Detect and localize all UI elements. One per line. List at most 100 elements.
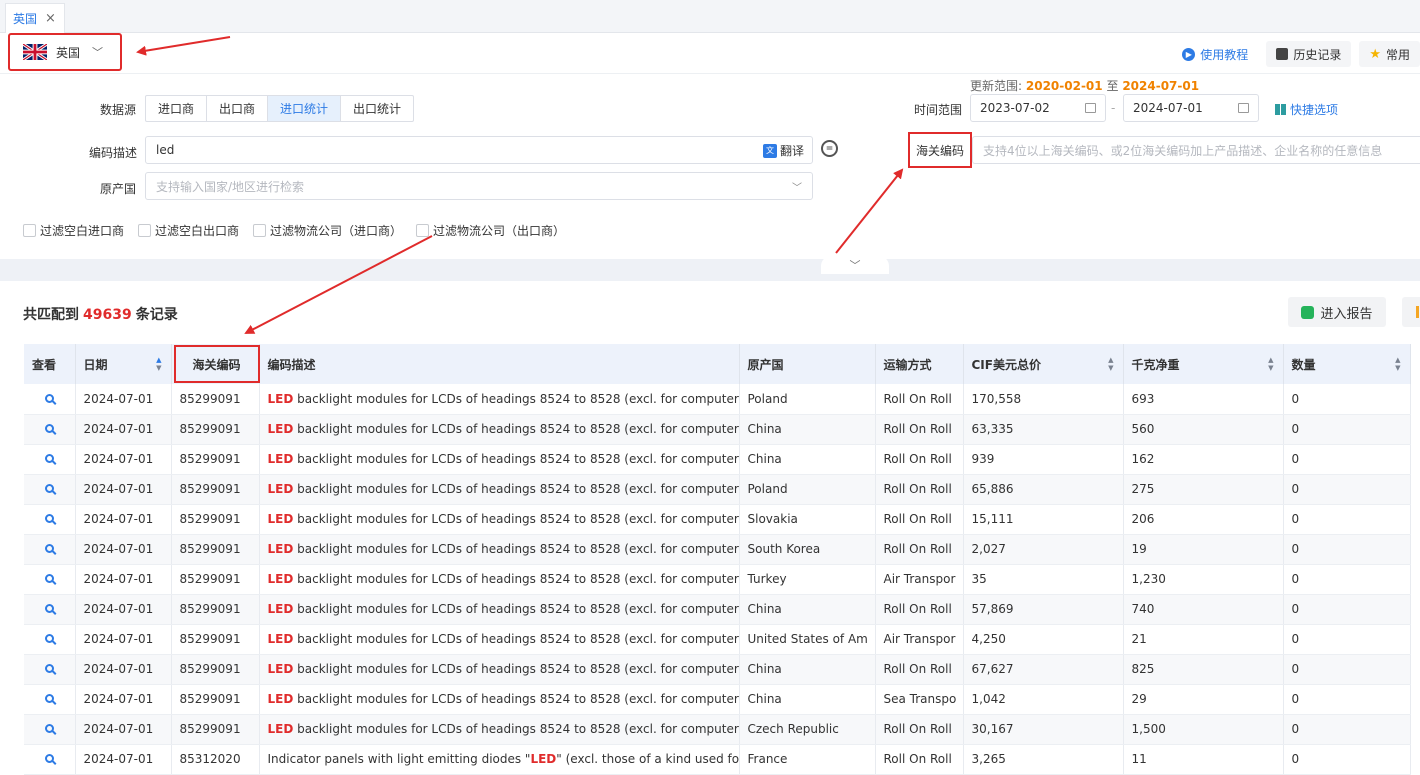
view-cell[interactable] (24, 714, 76, 745)
view-cell[interactable] (24, 534, 76, 565)
view-cell[interactable] (24, 594, 76, 625)
view-cell[interactable] (24, 444, 76, 475)
search-icon[interactable] (44, 484, 54, 493)
desc-value: led (156, 143, 175, 157)
datasource-option-importer[interactable]: 进口商 (146, 96, 208, 121)
table-row[interactable]: 2024-07-01 85299091 LED backlight modules … (24, 534, 1411, 565)
hscode-cell: 85299091 (171, 624, 260, 655)
col-label: 编码描述 (267, 357, 316, 372)
search-icon[interactable] (44, 724, 54, 733)
table-row[interactable]: 2024-07-01 85299091 LED backlight modules … (24, 504, 1411, 535)
search-icon[interactable] (44, 754, 54, 763)
kg-cell: 19 (1123, 534, 1284, 565)
filter-blank-importer[interactable]: 过滤空白进口商 (23, 222, 124, 239)
table-row[interactable]: 2024-07-01 85299091 LED backlight modules … (24, 624, 1411, 655)
col-hscode: 海关编码 (171, 344, 260, 384)
view-cell[interactable] (24, 744, 76, 775)
sort-icon[interactable]: ▲ ▼ (1268, 356, 1273, 372)
datasource-option-export-stats[interactable]: 出口统计 (341, 96, 413, 121)
translate-label: 翻译 (779, 144, 804, 158)
table-row[interactable]: 2024-07-01 85299091 LED backlight modules … (24, 564, 1411, 595)
filter-blank-exporter[interactable]: 过滤空白出口商 (138, 222, 239, 239)
country-name: 英国 (56, 45, 81, 60)
desc-cell: LED backlight modules for LCDs of headin… (259, 414, 740, 445)
datasource-option-import-stats[interactable]: 进口统计 (268, 96, 342, 121)
search-icon[interactable] (44, 574, 54, 583)
history-label: 历史记录 (1293, 47, 1342, 62)
search-icon[interactable] (44, 664, 54, 673)
star-icon: ★ (1369, 46, 1381, 62)
search-icon[interactable] (44, 634, 54, 643)
view-cell[interactable] (24, 564, 76, 595)
translate-icon: 文 (762, 143, 777, 158)
view-cell[interactable] (24, 624, 76, 655)
col-kg[interactable]: 千克净重 ▲ ▼ (1123, 344, 1284, 384)
table-row[interactable]: 2024-07-01 85299091 LED backlight modules … (24, 384, 1411, 415)
desc-input[interactable]: led 文 翻译 (145, 136, 813, 164)
transport-cell: Roll On Roll (875, 744, 964, 775)
desc-highlight: LED (267, 482, 294, 496)
datasource-option-exporter[interactable]: 出口商 (207, 96, 269, 121)
view-cell[interactable] (24, 414, 76, 445)
search-icon[interactable] (44, 604, 54, 613)
view-cell[interactable] (24, 474, 76, 505)
equals-icon[interactable]: = (821, 140, 838, 157)
filter-label: 过滤空白出口商 (155, 224, 240, 238)
tab-uk[interactable]: 英国 × (5, 3, 65, 33)
update-mid: 至 (1106, 79, 1119, 93)
col-cif[interactable]: CIF美元总价 ▲ ▼ (963, 344, 1124, 384)
quick-options-link[interactable]: 快捷选项 (1275, 101, 1338, 118)
search-icon[interactable] (44, 694, 54, 703)
tutorial-button[interactable]: ▶ 使用教程 (1172, 41, 1258, 67)
sort-icon[interactable]: ▲ ▼ (1395, 356, 1400, 372)
table-row[interactable]: 2024-07-01 85299091 LED backlight modules … (24, 684, 1411, 715)
table-row[interactable]: 2024-07-01 85299091 LED backlight modules … (24, 444, 1411, 475)
sort-icon[interactable]: ▲ ▼ (156, 356, 161, 372)
checkbox[interactable] (416, 224, 430, 237)
datasource-label: 数据源 (100, 103, 137, 117)
date-cell: 2024-07-01 (75, 684, 172, 715)
top-actions: ▶ 使用教程 历史记录 ★ 常用 (1172, 41, 1420, 67)
hscode-placeholder: 支持4位以上海关编码、或2位海关编码加上产品描述、企业名称的任意信息 (983, 143, 1383, 158)
search-icon[interactable] (44, 544, 54, 553)
table-row[interactable]: 2024-07-01 85299091 LED backlight modules … (24, 654, 1411, 685)
sort-icon[interactable]: ▲ ▼ (1108, 356, 1113, 372)
date-to-input[interactable]: 2024-07-01 (1123, 94, 1259, 122)
close-icon[interactable]: × (45, 11, 56, 26)
col-qty[interactable]: 数量 ▲ ▼ (1283, 344, 1411, 384)
search-panel: 英国 ﹀ ▶ 使用教程 历史记录 ★ 常用 数据源 进口商 出口商 进口统计 出… (0, 33, 1420, 259)
search-icon[interactable] (44, 514, 54, 523)
filter-logistics-importer[interactable]: 过滤物流公司（进口商） (253, 222, 402, 239)
country-selector[interactable]: 英国 ﹀ (8, 33, 122, 71)
search-icon[interactable] (44, 424, 54, 433)
hscode-input[interactable]: 支持4位以上海关编码、或2位海关编码加上产品描述、企业名称的任意信息 (972, 136, 1420, 164)
view-cell[interactable] (24, 504, 76, 535)
enter-report-button[interactable]: 进入报告 (1288, 297, 1386, 327)
desc-highlight: LED (267, 662, 294, 676)
search-icon[interactable] (44, 393, 54, 403)
translate-button[interactable]: 文 翻译 (762, 142, 804, 159)
checkbox[interactable] (23, 224, 36, 237)
match-number: 49639 (83, 307, 132, 323)
origin-select[interactable]: 支持输入国家/地区进行检索 ﹀ (145, 172, 813, 200)
table-row[interactable]: 2024-07-01 85299091 LED backlight modules … (24, 414, 1411, 445)
filter-logistics-exporter[interactable]: 过滤物流公司（出口商） (416, 222, 565, 239)
table-row[interactable]: 2024-07-01 85299091 LED backlight modules … (24, 594, 1411, 625)
col-date[interactable]: 日期 ▲ ▼ (75, 344, 172, 384)
view-cell[interactable] (24, 654, 76, 685)
table-row[interactable]: 2024-07-01 85299091 LED backlight modules … (24, 474, 1411, 505)
origin-cell: Slovakia (739, 504, 876, 535)
common-button[interactable]: ★ 常用 (1359, 41, 1420, 67)
search-icon[interactable] (44, 454, 54, 463)
table-row[interactable]: 2024-07-01 85312020 Indicator panels with … (24, 744, 1411, 775)
checkbox[interactable] (138, 224, 152, 237)
export-button-partial[interactable] (1402, 297, 1420, 327)
checkbox[interactable] (253, 224, 267, 237)
collapse-toggle[interactable]: ﹀ (821, 256, 889, 274)
col-label: CIF美元总价 (971, 357, 1041, 372)
view-cell[interactable] (24, 684, 76, 715)
view-cell[interactable] (24, 384, 76, 415)
table-row[interactable]: 2024-07-01 85299091 LED backlight modules … (24, 714, 1411, 745)
history-button[interactable]: 历史记录 (1266, 41, 1352, 67)
date-from-input[interactable]: 2023-07-02 (970, 94, 1106, 122)
